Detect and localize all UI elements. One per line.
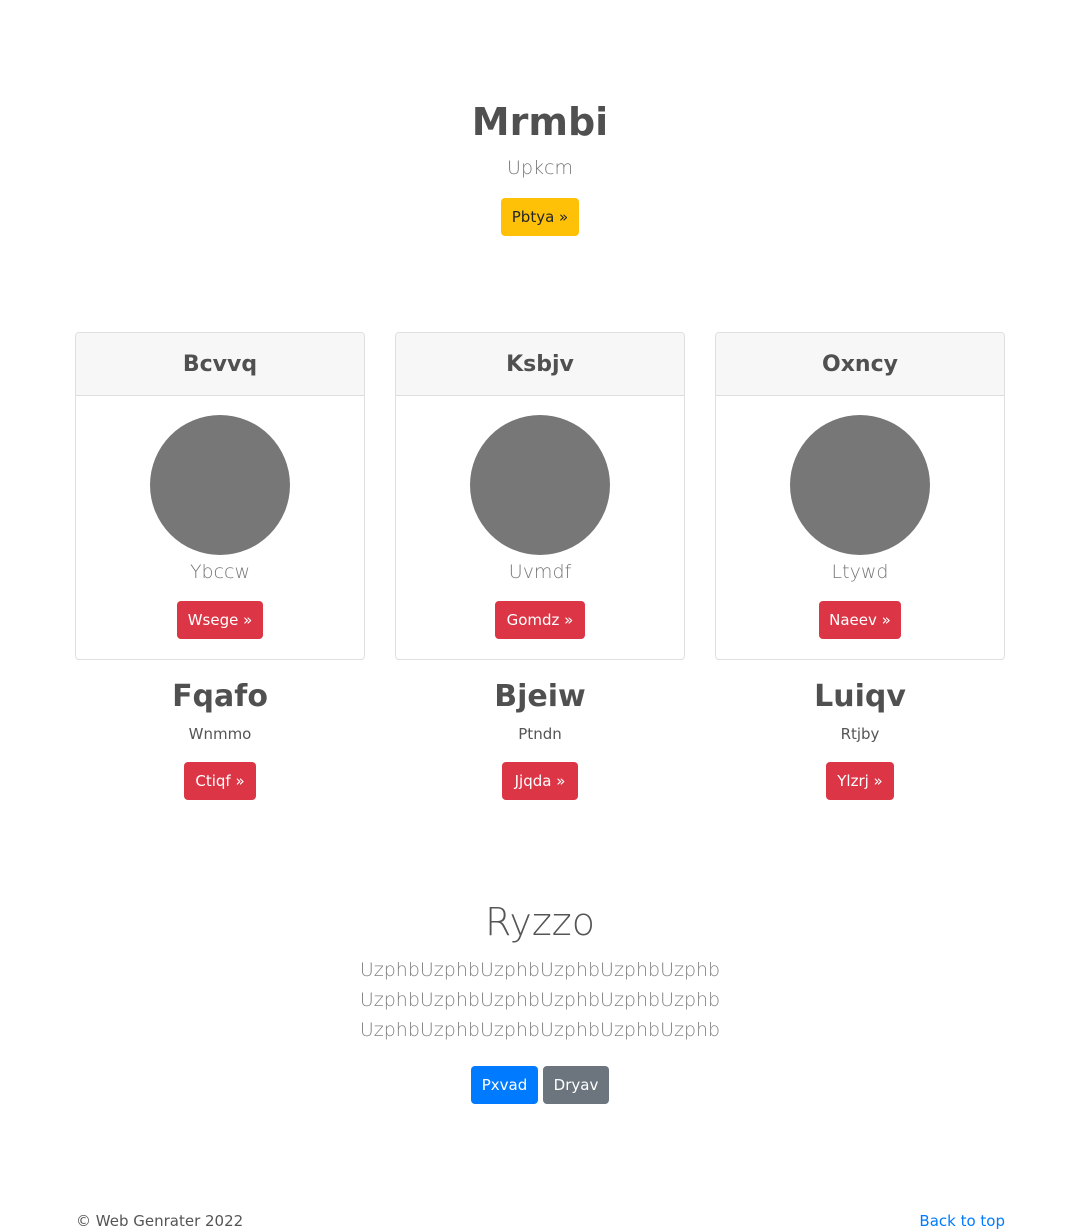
card-text: Uvmdf xyxy=(508,561,572,583)
card-header: Ksbjv xyxy=(396,333,684,396)
section-text-line: UzphbUzphbUzphbUzphbUzphbUzphb xyxy=(359,1019,721,1041)
footer-copyright: © Web Genrater 2022 xyxy=(76,1212,244,1230)
column-button[interactable]: Ctiqf » xyxy=(184,762,256,800)
column-title: Luiqv xyxy=(814,679,906,714)
card: Ksbjv Uvmdf Gomdz » xyxy=(395,332,685,660)
hero-button[interactable]: Pbtya » xyxy=(501,198,579,236)
column-button[interactable]: Ylzrj » xyxy=(826,762,894,800)
card: Bcvvq Ybccw Wsege » xyxy=(75,332,365,660)
column-button[interactable]: Jjqda » xyxy=(502,762,578,800)
avatar-placeholder xyxy=(470,415,610,555)
section-text: UzphbUzphbUzphbUzphbUzphbUzphb UzphbUzph… xyxy=(0,955,1080,1045)
feature-column: Luiqv Rtjby Ylzrj » xyxy=(715,676,1005,800)
section-text-line: UzphbUzphbUzphbUzphbUzphbUzphb xyxy=(359,959,721,981)
card: Oxncy Ltywd Naeev » xyxy=(715,332,1005,660)
card-button[interactable]: Gomdz » xyxy=(495,601,585,639)
card-header: Bcvvq xyxy=(76,333,364,396)
avatar-placeholder xyxy=(150,415,290,555)
section-text-line: UzphbUzphbUzphbUzphbUzphbUzphb xyxy=(359,989,721,1011)
secondary-button[interactable]: Dryav xyxy=(543,1066,609,1104)
back-to-top-link[interactable]: Back to top xyxy=(919,1210,1005,1232)
column-subtitle: Rtjby xyxy=(840,725,880,743)
feature-column: Fqafo Wnmmo Ctiqf » xyxy=(75,676,365,800)
card-button[interactable]: Wsege » xyxy=(177,601,263,639)
feature-column: Bjeiw Ptndn Jjqda » xyxy=(395,676,685,800)
card-text: Ltywd xyxy=(831,561,889,583)
card-header: Oxncy xyxy=(716,333,1004,396)
card-button[interactable]: Naeev » xyxy=(819,601,901,639)
hero-title: Mrmbi xyxy=(471,100,609,144)
column-subtitle: Ptndn xyxy=(518,725,562,743)
avatar-placeholder xyxy=(790,415,930,555)
content-section: Ryzzo UzphbUzphbUzphbUzphbUzphbUzphb Uzp… xyxy=(0,898,1080,1104)
column-subtitle: Wnmmo xyxy=(188,725,252,743)
section-title: Ryzzo xyxy=(485,900,595,944)
hero-subtitle: Upkcm xyxy=(507,157,573,179)
column-title: Fqafo xyxy=(172,679,268,714)
column-title: Bjeiw xyxy=(494,679,586,714)
primary-button[interactable]: Pxvad xyxy=(471,1066,538,1104)
card-text: Ybccw xyxy=(189,561,251,583)
